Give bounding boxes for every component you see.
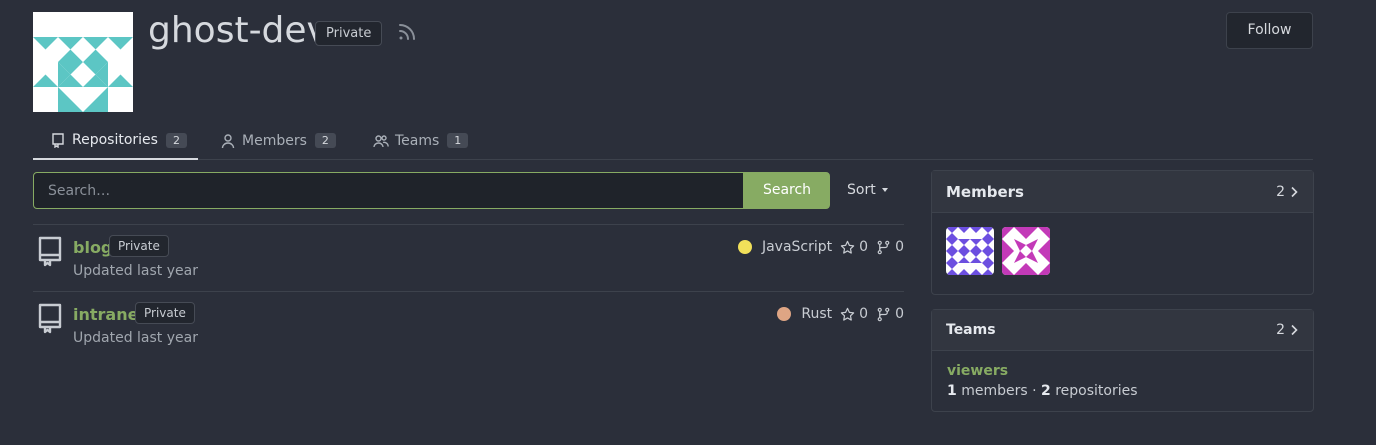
team-name-link[interactable]: viewers	[947, 363, 1008, 379]
fork-icon[interactable]	[876, 307, 891, 322]
repo-updated: Updated last year	[73, 330, 198, 346]
star-icon[interactable]	[840, 307, 855, 322]
member-avatar[interactable]	[1002, 227, 1050, 275]
team-repos-label: repositories	[1050, 383, 1138, 399]
star-count: 0	[859, 306, 869, 322]
members-panel-header[interactable]: Members 2	[932, 171, 1313, 213]
repo-language: JavaScript	[761, 239, 833, 255]
repo-updated: Updated last year	[73, 263, 198, 279]
chevron-right-icon	[1291, 324, 1298, 336]
tab-members[interactable]: Members 2	[220, 122, 336, 159]
repo-list-item: intranet Private Updated last year Rust …	[33, 292, 904, 358]
teams-count: 2	[1276, 322, 1285, 338]
teams-panel-header[interactable]: Teams 2	[932, 310, 1313, 351]
star-count: 0	[859, 239, 869, 255]
tab-count: 2	[165, 132, 187, 148]
teams-panel: Teams 2 viewers 1 members · 2 repositori…	[931, 309, 1314, 412]
repo-visibility-badge: Private	[135, 302, 195, 324]
caret-down-icon	[881, 188, 888, 192]
tab-label: Repositories	[72, 132, 158, 148]
fork-count: 0	[895, 306, 904, 322]
star-icon[interactable]	[840, 240, 855, 255]
team-members-count: 1	[947, 383, 957, 399]
org-avatar	[33, 12, 133, 112]
repo-language: Rust	[801, 306, 833, 322]
search-button[interactable]: Search	[744, 172, 830, 209]
sort-label: Sort	[847, 182, 876, 198]
tab-count: 2	[314, 133, 336, 148]
members-panel: Members 2	[931, 170, 1314, 295]
sort-dropdown[interactable]: Sort	[847, 172, 888, 209]
follow-button[interactable]: Follow	[1226, 12, 1313, 49]
team-info: 1 members · 2 repositories	[947, 383, 1138, 399]
members-count: 2	[1276, 183, 1285, 200]
tab-repositories[interactable]: Repositories 2	[33, 122, 198, 160]
org-visibility-badge: Private	[315, 21, 383, 46]
repo-icon	[38, 303, 62, 334]
language-color-dot	[737, 240, 752, 254]
chevron-right-icon	[1291, 186, 1298, 197]
repo-icon	[52, 133, 64, 148]
fork-count: 0	[895, 239, 904, 255]
search-input[interactable]	[33, 172, 744, 209]
person-icon	[221, 133, 235, 148]
members-panel-title: Members	[946, 182, 1024, 201]
tab-teams[interactable]: Teams 1	[373, 122, 469, 159]
org-tabs: Repositories 2 Members 2 Teams 1	[33, 122, 1313, 160]
org-name: ghost-dev	[148, 10, 328, 51]
repo-name-link[interactable]: blog	[73, 238, 112, 257]
repo-visibility-badge: Private	[109, 235, 169, 257]
team-members-label: members ·	[956, 383, 1041, 399]
fork-icon[interactable]	[876, 240, 891, 255]
teams-panel-count-link[interactable]: 2	[1276, 322, 1299, 338]
rss-icon[interactable]	[396, 21, 418, 43]
team-repos-count: 2	[1041, 383, 1051, 399]
tab-label: Members	[242, 132, 307, 149]
language-color-dot	[777, 307, 792, 321]
members-panel-count-link[interactable]: 2	[1276, 184, 1299, 200]
repo-icon	[38, 236, 62, 267]
teams-panel-title: Teams	[946, 322, 996, 338]
member-avatar[interactable]	[946, 227, 994, 275]
tab-count: 1	[447, 133, 469, 148]
tab-label: Teams	[395, 132, 440, 149]
people-icon	[373, 134, 389, 147]
repo-list-item: blog Private Updated last year JavaScrip…	[33, 225, 904, 291]
repo-meta: Rust 0 0	[777, 306, 904, 322]
repo-meta: JavaScript 0 0	[737, 239, 904, 255]
